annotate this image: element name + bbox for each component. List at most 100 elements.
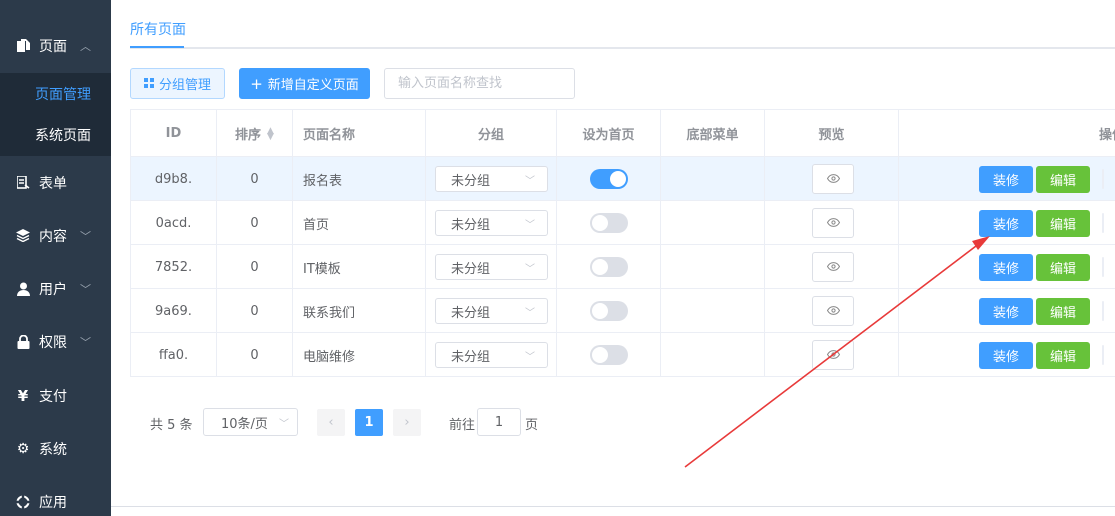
preview-button[interactable] xyxy=(812,340,854,370)
sidebar-item-permissions[interactable]: 权限 ﹀ xyxy=(0,315,111,368)
next-page-button[interactable]: › xyxy=(393,409,421,436)
sidebar-item-system[interactable]: ⚙ 系统 xyxy=(0,422,111,475)
pagination-total: 共 5 条 xyxy=(150,418,193,433)
page-size-select[interactable]: 10条/页 ﹀ xyxy=(203,408,298,436)
cell-bottom-menu xyxy=(661,157,765,201)
chevron-down-icon: ﹀ xyxy=(525,176,535,187)
sidebar-item-users[interactable]: 用户 ﹀ xyxy=(0,262,111,315)
user-icon xyxy=(16,282,30,296)
column-header-home: 设为首页 xyxy=(557,110,661,157)
decorate-button[interactable]: 装修 xyxy=(979,342,1033,369)
sidebar-subitem-page-management[interactable]: 页面管理 xyxy=(0,74,111,114)
cell-page-name: 报名表 xyxy=(293,157,426,201)
decorate-button[interactable]: 装修 xyxy=(979,298,1033,325)
edit-button[interactable]: 编辑 xyxy=(1036,210,1090,237)
cell-ops: 装修 编辑 xyxy=(899,333,1115,376)
preview-button[interactable] xyxy=(812,252,854,282)
sidebar-item-pages[interactable]: 页面 ︿ xyxy=(0,19,111,72)
column-header-sort[interactable]: 排序 ▲ ▼ xyxy=(217,110,293,157)
set-home-toggle[interactable] xyxy=(590,345,628,365)
sort-caret-icon[interactable]: ▲ ▼ xyxy=(267,126,274,141)
decorate-button[interactable]: 装修 xyxy=(979,166,1033,193)
table-row: 7852. 0 IT模板 未分组 ﹀ 装修 编辑 xyxy=(131,245,1115,289)
app-root: 页面 ︿ 页面管理 系统页面 表单 内容 ﹀ 用户 ﹀ 权限 ﹀ ¥ 支付 ⚙ … xyxy=(0,0,1115,516)
table-row: d9b8. 0 报名表 未分组 ﹀ 装修 编辑 xyxy=(131,157,1115,201)
chevron-down-icon: ﹀ xyxy=(279,419,289,430)
goto-suffix: 页 xyxy=(525,418,539,433)
chevron-down-icon: ﹀ xyxy=(525,308,535,319)
decorate-button[interactable]: 装修 xyxy=(979,254,1033,281)
cell-ops: 装修 编辑 xyxy=(899,245,1115,289)
cell-bottom-menu xyxy=(661,245,765,289)
group-select-value: 未分组 xyxy=(451,305,491,321)
edit-button[interactable]: 编辑 xyxy=(1036,342,1090,369)
cell-ops: 装修 编辑 xyxy=(899,289,1115,333)
layers-icon xyxy=(16,229,30,243)
goto-page-input[interactable] xyxy=(477,408,521,436)
group-select[interactable]: 未分组 ﹀ xyxy=(435,342,548,368)
tab-all-pages[interactable]: 所有页面 xyxy=(130,19,186,39)
eye-icon xyxy=(826,304,840,319)
cell-sort: 0 xyxy=(217,157,293,201)
cell-preview xyxy=(765,289,899,333)
page-name-search-input[interactable] xyxy=(384,68,575,99)
group-management-button[interactable]: 分组管理 xyxy=(130,68,225,99)
group-select[interactable]: 未分组 ﹀ xyxy=(435,210,548,236)
cell-bottom-menu xyxy=(661,289,765,333)
set-home-toggle[interactable] xyxy=(590,213,628,233)
chevron-right-icon: › xyxy=(404,415,410,430)
yen-icon: ¥ xyxy=(17,386,29,405)
app-icon xyxy=(16,494,30,509)
cell-bottom-menu xyxy=(661,333,765,376)
edit-button[interactable]: 编辑 xyxy=(1036,166,1090,193)
cell-sort: 0 xyxy=(217,289,293,333)
group-select[interactable]: 未分组 ﹀ xyxy=(435,298,548,324)
preview-button[interactable] xyxy=(812,208,854,238)
group-select[interactable]: 未分组 ﹀ xyxy=(435,166,548,192)
chevron-down-icon: ﹀ xyxy=(525,264,535,275)
preview-button[interactable] xyxy=(812,164,854,194)
bottom-divider xyxy=(111,506,1115,507)
table-row: ffa0. 0 电脑维修 未分组 ﹀ 装修 编辑 xyxy=(131,333,1115,376)
sidebar-item-label: 页面 xyxy=(39,38,67,55)
cell-group: 未分组 ﹀ xyxy=(426,157,557,201)
sidebar-item-apps[interactable]: 应用 xyxy=(0,475,111,516)
page-number-current[interactable]: 1 xyxy=(355,409,383,436)
edit-button[interactable]: 编辑 xyxy=(1036,254,1090,281)
cell-sort: 0 xyxy=(217,333,293,376)
sidebar-item-label: 内容 xyxy=(39,228,67,245)
cell-home xyxy=(557,245,661,289)
toggle-knob xyxy=(592,303,608,319)
gear-icon: ⚙ xyxy=(16,440,30,457)
group-select-value: 未分组 xyxy=(451,261,491,277)
decorate-button[interactable]: 装修 xyxy=(979,210,1033,237)
ops-divider xyxy=(1102,345,1104,365)
set-home-toggle[interactable] xyxy=(590,169,628,189)
set-home-toggle[interactable] xyxy=(590,301,628,321)
eye-icon xyxy=(826,216,840,231)
add-custom-page-button[interactable]: + 新增自定义页面 xyxy=(239,68,370,99)
table-row: 9a69. 0 联系我们 未分组 ﹀ 装修 编辑 xyxy=(131,289,1115,333)
cell-ops: 装修 编辑 xyxy=(899,157,1115,201)
chevron-down-icon: ﹀ xyxy=(80,335,91,349)
prev-page-button[interactable]: ‹ xyxy=(317,409,345,436)
toggle-knob xyxy=(592,259,608,275)
sidebar-item-forms[interactable]: 表单 xyxy=(0,156,111,209)
preview-button[interactable] xyxy=(812,296,854,326)
cell-page-name: 电脑维修 xyxy=(293,333,426,376)
eye-icon xyxy=(826,172,840,187)
set-home-toggle[interactable] xyxy=(590,257,628,277)
sidebar-item-content[interactable]: 内容 ﹀ xyxy=(0,209,111,262)
tab-bar: 所有页面 xyxy=(130,0,1115,49)
cell-preview xyxy=(765,333,899,376)
group-select[interactable]: 未分组 ﹀ xyxy=(435,254,548,280)
toggle-knob xyxy=(610,171,626,187)
chevron-down-icon: ﹀ xyxy=(80,282,91,296)
edit-button[interactable]: 编辑 xyxy=(1036,298,1090,325)
sidebar-subitem-system-pages[interactable]: 系统页面 xyxy=(0,115,111,155)
cell-preview xyxy=(765,157,899,201)
group-select-value: 未分组 xyxy=(451,349,491,365)
cell-sort: 0 xyxy=(217,245,293,289)
sidebar-item-label: 权限 xyxy=(39,334,67,351)
sidebar-item-payment[interactable]: ¥ 支付 xyxy=(0,369,111,422)
